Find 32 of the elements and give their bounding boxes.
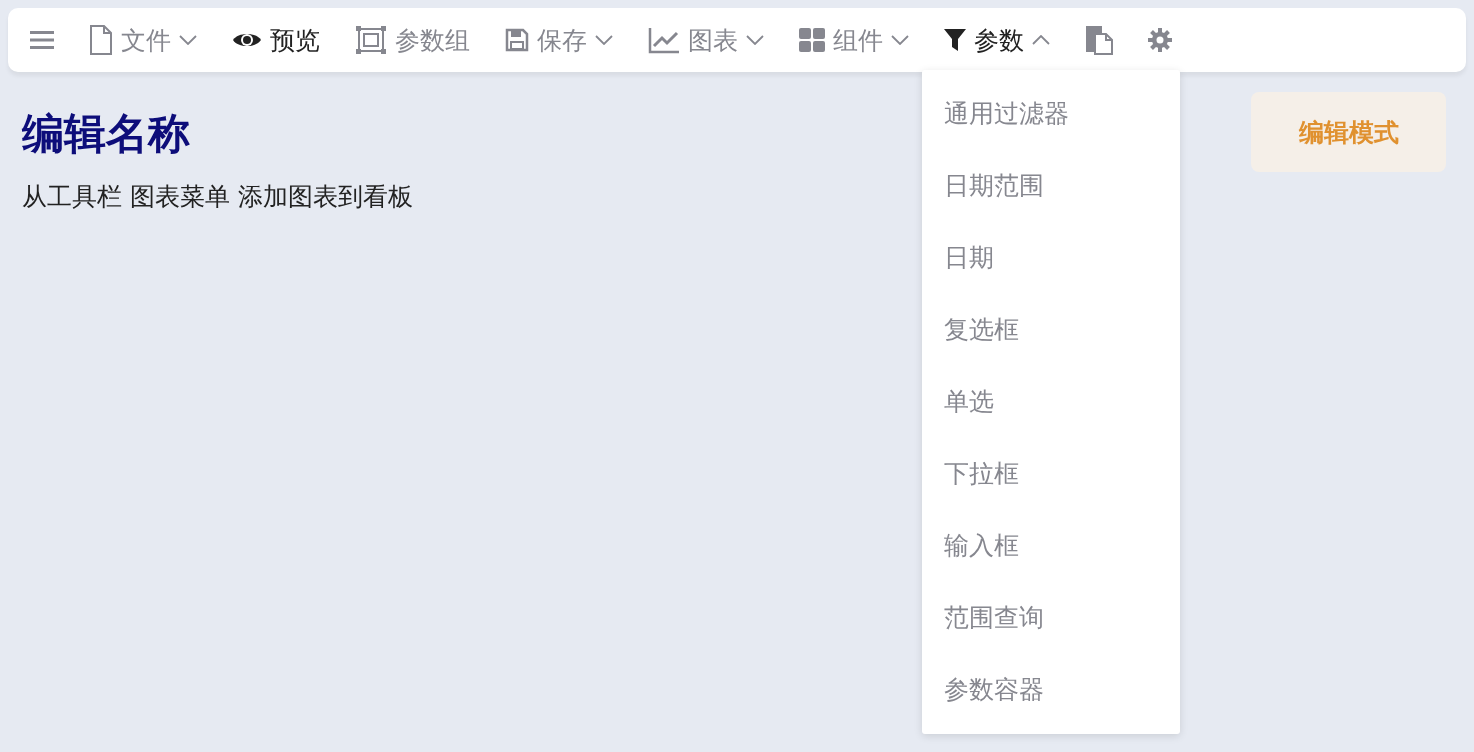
edit-mode-button[interactable]: 编辑模式 bbox=[1251, 92, 1446, 172]
menu-icon bbox=[30, 28, 54, 52]
document-icon bbox=[89, 25, 113, 55]
filter-icon bbox=[944, 28, 966, 52]
toolbar-dropdown[interactable]: 图表 bbox=[648, 8, 764, 72]
menu-item[interactable]: 单选 bbox=[922, 366, 1224, 438]
toolbar-dropdown[interactable]: 文件 bbox=[89, 8, 197, 72]
line-chart-icon bbox=[648, 26, 680, 54]
menu-item[interactable]: 日期 bbox=[922, 222, 1224, 294]
settings-icon bbox=[1148, 28, 1172, 52]
hint-text: 从工具栏 图表菜单 添加图表到看板 bbox=[22, 181, 413, 213]
caret-icon bbox=[746, 35, 764, 45]
toolbar-button[interactable]: 预览 bbox=[232, 8, 320, 72]
toolbar-dropdown[interactable]: 保存 bbox=[505, 8, 613, 72]
toolbar-button[interactable]: 参数组 bbox=[355, 8, 470, 72]
frame-icon bbox=[355, 25, 387, 55]
caret-icon bbox=[179, 35, 197, 45]
grid-icon bbox=[799, 28, 825, 52]
page-title[interactable]: 编辑名称 bbox=[22, 106, 413, 162]
clipboard-icon bbox=[1085, 25, 1113, 55]
menu-item[interactable]: 输入框 bbox=[922, 510, 1224, 582]
menu-item[interactable]: 复选框 bbox=[922, 294, 1224, 366]
menu-item[interactable]: 参数容器 bbox=[922, 654, 1224, 726]
caret-icon bbox=[1032, 35, 1050, 45]
toolbar-dropdown[interactable]: 组件 bbox=[799, 8, 909, 72]
menu-item[interactable]: 下拉框 bbox=[922, 438, 1224, 510]
menu-item[interactable]: 范围查询 bbox=[922, 582, 1224, 654]
caret-icon bbox=[595, 35, 613, 45]
caret-icon bbox=[891, 35, 909, 45]
toolbar-dropdown[interactable]: 参数 bbox=[944, 8, 1050, 72]
menu-item[interactable]: 通用过滤器 bbox=[922, 78, 1224, 150]
menu-item[interactable]: 日期范围 bbox=[922, 150, 1224, 222]
